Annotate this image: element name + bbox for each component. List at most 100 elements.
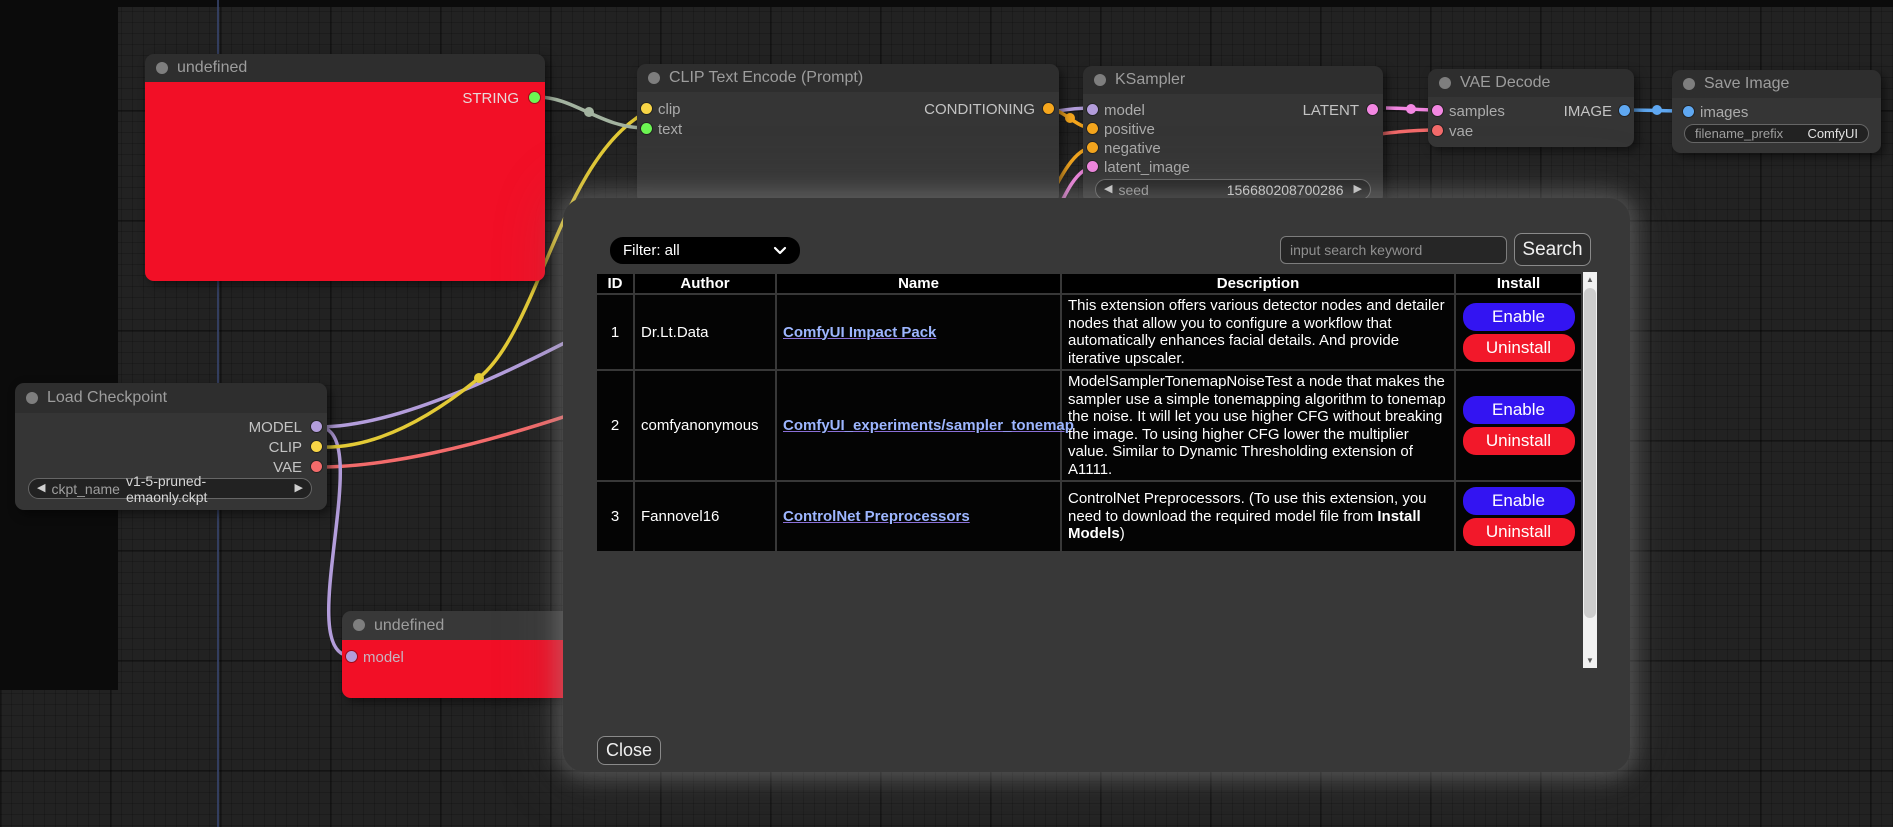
- node-load-checkpoint[interactable]: Load Checkpoint MODEL CLIP VAE ◀ ckpt_na…: [15, 383, 327, 510]
- node-collapse-dot[interactable]: [353, 619, 365, 631]
- cell-id: 1: [597, 295, 633, 369]
- input-dot-negative[interactable]: [1087, 142, 1098, 153]
- output-label-conditioning: CONDITIONING: [924, 101, 1035, 118]
- filename-prefix-widget[interactable]: filename_prefix ComfyUI: [1684, 124, 1869, 143]
- input-label-latent-image: latent_image: [1104, 159, 1190, 176]
- column-header-install: Install: [1456, 274, 1581, 293]
- table-row: 1 Dr.Lt.Data ComfyUI Impact Pack This ex…: [597, 295, 1581, 369]
- node-collapse-dot[interactable]: [1094, 74, 1106, 86]
- table-row: 2 comfyanonymous ComfyUI_experiments/sam…: [597, 371, 1581, 480]
- cell-install: Enable Uninstall: [1456, 482, 1581, 551]
- column-header-description: Description: [1062, 274, 1454, 293]
- node-title: undefined: [177, 54, 247, 82]
- output-dot-image[interactable]: [1619, 105, 1630, 116]
- uninstall-button[interactable]: Uninstall: [1463, 427, 1575, 455]
- input-label-positive: positive: [1104, 121, 1155, 138]
- cell-description: ControlNet Preprocessors. (To use this e…: [1062, 482, 1454, 551]
- scrollbar-thumb[interactable]: [1584, 288, 1596, 618]
- close-button[interactable]: Close: [597, 736, 661, 765]
- seed-widget[interactable]: ◀ seed 156680208700286 ▶: [1095, 179, 1371, 200]
- input-label-text: text: [658, 121, 682, 138]
- cell-author: Fannovel16: [635, 482, 775, 551]
- node-title: CLIP Text Encode (Prompt): [669, 64, 863, 92]
- uninstall-button[interactable]: Uninstall: [1463, 518, 1575, 546]
- table-header-row: ID Author Name Description Install: [597, 274, 1581, 293]
- node-ksampler[interactable]: KSampler model positive negative latent_…: [1083, 66, 1383, 204]
- node-collapse-dot[interactable]: [1439, 77, 1451, 89]
- output-dot-vae[interactable]: [311, 461, 322, 472]
- scrollbar-up-arrow[interactable]: ▲: [1583, 272, 1597, 287]
- scrollbar-down-arrow[interactable]: ▼: [1583, 653, 1597, 668]
- node-save-image[interactable]: Save Image images filename_prefix ComfyU…: [1672, 70, 1881, 153]
- ckpt-name-widget[interactable]: ◀ ckpt_name v1-5-pruned-emaonly.ckpt ▶: [28, 478, 312, 499]
- search-button[interactable]: Search: [1514, 233, 1591, 266]
- seed-decrement-arrow[interactable]: ◀: [1104, 184, 1112, 195]
- input-dot-vae[interactable]: [1432, 125, 1443, 136]
- output-dot-latent[interactable]: [1367, 104, 1378, 115]
- input-dot-positive[interactable]: [1087, 123, 1098, 134]
- cell-description: This extension offers various detector n…: [1062, 295, 1454, 369]
- filter-select-value: Filter: all: [623, 242, 680, 259]
- node-graph-canvas[interactable]: undefined STRING CLIP Text Encode (Promp…: [0, 0, 1893, 827]
- node-collapse-dot[interactable]: [26, 392, 38, 404]
- table-row: 3 Fannovel16 ControlNet Preprocessors Co…: [597, 482, 1581, 551]
- input-dot-model[interactable]: [1087, 104, 1098, 115]
- output-dot-model[interactable]: [311, 421, 322, 432]
- node-undefined-bottom[interactable]: undefined model: [342, 611, 572, 698]
- link-latent-dot: [1406, 104, 1416, 114]
- column-header-name: Name: [777, 274, 1060, 293]
- node-collapse-dot[interactable]: [648, 72, 660, 84]
- input-label-negative: negative: [1104, 140, 1161, 157]
- seed-widget-name: seed: [1118, 182, 1148, 198]
- input-label-samples: samples: [1449, 103, 1505, 120]
- output-label-clip: CLIP: [269, 439, 302, 456]
- output-dot-clip[interactable]: [311, 441, 322, 452]
- enable-button[interactable]: Enable: [1463, 396, 1575, 424]
- node-title: Save Image: [1704, 70, 1789, 98]
- node-vae-decode[interactable]: VAE Decode samples vae IMAGE: [1428, 69, 1634, 147]
- extension-link[interactable]: ComfyUI Impact Pack: [783, 324, 936, 341]
- link-clip-midpoint-dot: [474, 373, 484, 383]
- node-clip-text-encode[interactable]: CLIP Text Encode (Prompt) clip text COND…: [637, 64, 1059, 204]
- output-dot-string[interactable]: [529, 92, 540, 103]
- output-label-string: STRING: [462, 90, 519, 107]
- input-dot-images[interactable]: [1683, 106, 1694, 117]
- ckpt-widget-value[interactable]: v1-5-pruned-emaonly.ckpt: [126, 473, 285, 505]
- output-dot-conditioning[interactable]: [1043, 103, 1054, 114]
- input-dot-text[interactable]: [641, 123, 652, 134]
- node-undefined-top[interactable]: undefined STRING: [145, 54, 545, 281]
- cell-author: Dr.Lt.Data: [635, 295, 775, 369]
- seed-increment-arrow[interactable]: ▶: [1354, 184, 1362, 195]
- node-title: KSampler: [1115, 66, 1185, 94]
- node-collapse-dot[interactable]: [156, 62, 168, 74]
- link-string-midpoint-dot: [584, 107, 594, 117]
- input-dot-latent-image[interactable]: [1087, 161, 1098, 172]
- input-dot-clip[interactable]: [641, 103, 652, 114]
- cell-author: comfyanonymous: [635, 371, 775, 480]
- input-label-images: images: [1700, 104, 1748, 121]
- input-dot-samples[interactable]: [1432, 105, 1443, 116]
- uninstall-button[interactable]: Uninstall: [1463, 334, 1575, 362]
- extension-link[interactable]: ControlNet Preprocessors: [783, 508, 970, 525]
- input-label-vae: vae: [1449, 123, 1473, 140]
- link-image-dot: [1652, 105, 1662, 115]
- input-dot-model[interactable]: [346, 651, 357, 662]
- ckpt-prev-arrow[interactable]: ◀: [37, 483, 45, 494]
- extension-link[interactable]: ComfyUI_experiments/sampler_tonemap: [783, 417, 1074, 434]
- search-input[interactable]: [1280, 236, 1507, 264]
- node-collapse-dot[interactable]: [1683, 78, 1695, 90]
- enable-button[interactable]: Enable: [1463, 303, 1575, 331]
- filter-select[interactable]: Filter: all: [610, 237, 800, 264]
- filename-prefix-value[interactable]: ComfyUI: [1807, 126, 1858, 141]
- output-label-model: MODEL: [249, 419, 302, 436]
- cell-id: 2: [597, 371, 633, 480]
- table-scrollbar[interactable]: ▲ ▼: [1583, 272, 1597, 668]
- extension-table: ID Author Name Description Install 1 Dr.…: [595, 272, 1583, 553]
- chevron-down-icon: [773, 246, 787, 255]
- ckpt-next-arrow[interactable]: ▶: [295, 483, 303, 494]
- enable-button[interactable]: Enable: [1463, 487, 1575, 515]
- cell-name: ComfyUI Impact Pack: [777, 295, 1060, 369]
- input-label-clip: clip: [658, 101, 681, 118]
- cell-description: ModelSamplerTonemapNoiseTest a node that…: [1062, 371, 1454, 480]
- seed-widget-value[interactable]: 156680208700286: [1227, 182, 1344, 198]
